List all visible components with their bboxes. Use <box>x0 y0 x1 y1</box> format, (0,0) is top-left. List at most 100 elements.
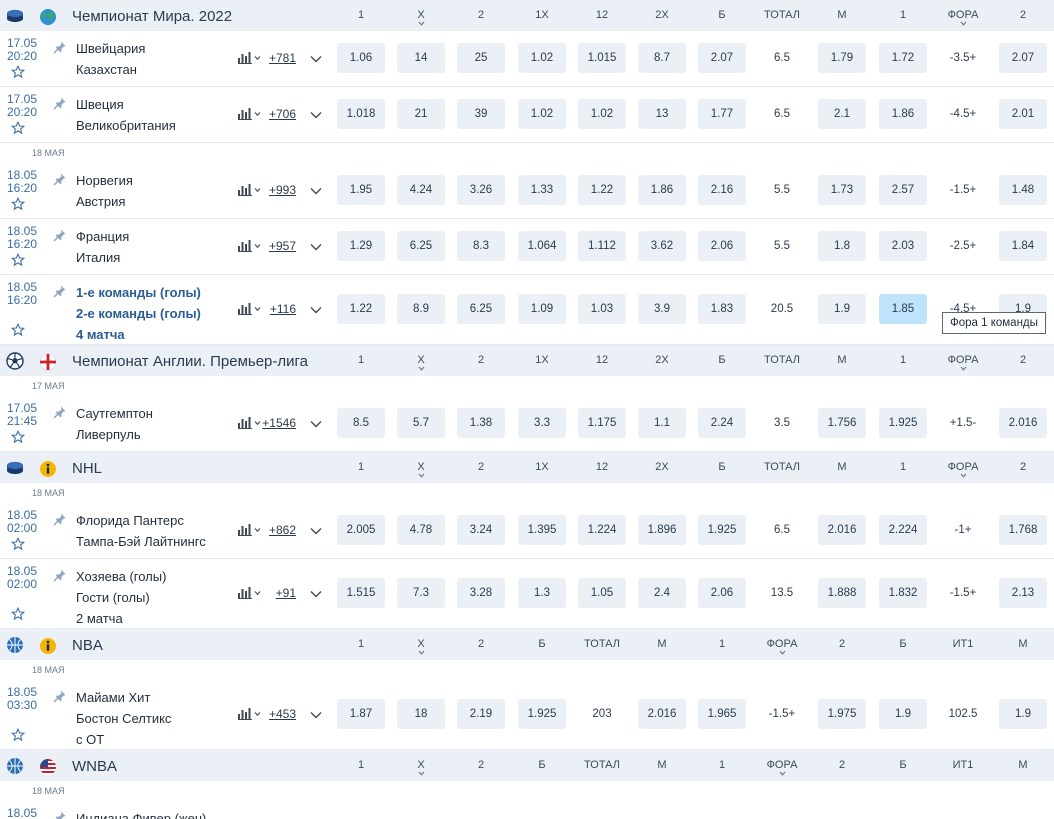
column-header[interactable]: 1 <box>337 759 385 771</box>
event-row[interactable]: 17.05 20:20 Швеция Великобритания +706 1.018 2… <box>0 87 1054 143</box>
odds-button[interactable]: 3.9 <box>638 294 686 324</box>
column-header[interactable]: 2 <box>457 461 505 473</box>
favorite-star-icon[interactable] <box>11 197 25 211</box>
event-row[interactable]: 17.05 21:45 Саутгемптон Ливерпуль +1546 8.5 5.… <box>0 396 1054 452</box>
odds-button[interactable]: 1.888 <box>818 578 866 608</box>
column-header[interactable]: 12 <box>578 9 626 21</box>
pin-icon[interactable] <box>52 689 67 704</box>
column-header[interactable]: М <box>818 9 866 21</box>
odds-button[interactable]: 1.48 <box>999 175 1047 205</box>
column-header[interactable]: ТОТАЛ <box>758 9 806 21</box>
column-header[interactable]: 1 <box>698 638 746 650</box>
chevron-down-icon[interactable] <box>310 243 322 251</box>
pin-icon[interactable] <box>52 96 67 111</box>
statistics-icon[interactable] <box>238 184 263 196</box>
odds-button[interactable]: 1.22 <box>578 175 626 205</box>
column-header[interactable]: М <box>638 638 686 650</box>
odds-button[interactable]: 13 <box>638 99 686 129</box>
odds-button[interactable]: 25 <box>457 43 505 73</box>
column-header[interactable]: 2 <box>457 354 505 366</box>
odds-button[interactable]: 2.06 <box>698 578 746 608</box>
event-teams[interactable]: Швейцария Казахстан <box>76 38 145 80</box>
chevron-down-icon[interactable] <box>310 306 322 314</box>
column-header[interactable]: 2 <box>457 638 505 650</box>
column-header[interactable]: ТОТАЛ <box>578 638 626 650</box>
odds-button[interactable]: 2.005 <box>337 515 385 545</box>
chevron-down-icon[interactable] <box>310 590 322 598</box>
column-header[interactable]: 1 <box>879 9 927 21</box>
favorite-star-icon[interactable] <box>11 537 25 551</box>
column-header[interactable]: X <box>397 9 445 26</box>
odds-button[interactable]: 2.01 <box>999 99 1047 129</box>
column-header[interactable]: М <box>999 638 1047 650</box>
column-header[interactable]: 2 <box>818 759 866 771</box>
column-header[interactable]: Б <box>879 759 927 771</box>
column-header[interactable]: ФОРА <box>758 759 806 776</box>
odds-button[interactable]: 2.57 <box>879 175 927 205</box>
odds-button[interactable]: 3.3 <box>518 408 566 438</box>
odds-button[interactable]: 1.1 <box>638 408 686 438</box>
pin-icon[interactable] <box>52 568 67 583</box>
odds-button[interactable]: 2.07 <box>698 43 746 73</box>
event-row[interactable]: 18.05 02:00 Хозяева (голы) Гости (голы) 2 ма… <box>0 559 1054 629</box>
odds-button[interactable]: 1.02 <box>518 43 566 73</box>
odds-button[interactable]: 2.016 <box>638 699 686 729</box>
odds-button[interactable]: 4.24 <box>397 175 445 205</box>
column-header[interactable]: ТОТАЛ <box>758 461 806 473</box>
odds-button[interactable]: 1.03 <box>578 294 626 324</box>
column-header[interactable]: 2X <box>638 354 686 366</box>
odds-button[interactable]: 2.13 <box>999 578 1047 608</box>
column-header[interactable]: 2 <box>818 638 866 650</box>
odds-button[interactable]: 8.3 <box>457 231 505 261</box>
statistics-icon[interactable] <box>238 708 263 720</box>
odds-button[interactable]: 2.016 <box>818 515 866 545</box>
column-header[interactable]: Б <box>879 638 927 650</box>
odds-button[interactable]: 2.24 <box>698 408 746 438</box>
markets-count-link[interactable]: +993 <box>269 183 296 197</box>
odds-button[interactable]: 1.224 <box>578 515 626 545</box>
column-header[interactable]: 1 <box>337 9 385 21</box>
odds-button[interactable]: 1.38 <box>457 408 505 438</box>
odds-button[interactable]: 4.78 <box>397 515 445 545</box>
odds-button[interactable]: 2.224 <box>879 515 927 545</box>
event-teams[interactable]: Индиана Фивер (жен) <box>76 808 206 819</box>
column-header[interactable]: 2 <box>999 354 1047 366</box>
pin-icon[interactable] <box>52 512 67 527</box>
odds-button[interactable]: 1.85 <box>879 294 927 324</box>
statistics-icon[interactable] <box>238 303 263 315</box>
column-header[interactable]: М <box>818 354 866 366</box>
chevron-down-icon[interactable] <box>310 55 322 63</box>
odds-button[interactable]: 1.925 <box>698 515 746 545</box>
markets-count-link[interactable]: +957 <box>269 239 296 253</box>
column-header[interactable]: 2 <box>999 461 1047 473</box>
event-row[interactable]: 18.05 03:30 Майами Хит Бостон Селтикс с ОТ +4… <box>0 680 1054 750</box>
odds-button[interactable]: 1.8 <box>818 231 866 261</box>
pin-icon[interactable] <box>52 228 67 243</box>
chevron-down-icon[interactable] <box>310 527 322 535</box>
favorite-star-icon[interactable] <box>11 607 25 621</box>
odds-button[interactable]: 1.33 <box>518 175 566 205</box>
odds-button[interactable]: 1.925 <box>518 699 566 729</box>
odds-button[interactable]: 1.9 <box>999 699 1047 729</box>
column-header[interactable]: Б <box>518 638 566 650</box>
odds-button[interactable]: 2.07 <box>999 43 1047 73</box>
event-teams[interactable]: Хозяева (голы) Гости (голы) 2 матча <box>76 566 166 629</box>
column-header[interactable]: ИТ1 <box>939 638 987 650</box>
markets-count-link[interactable]: +116 <box>270 302 296 316</box>
odds-button[interactable]: 2.4 <box>638 578 686 608</box>
column-header[interactable]: ФОРА <box>758 638 806 655</box>
odds-button[interactable]: 39 <box>457 99 505 129</box>
odds-button[interactable]: 2.1 <box>818 99 866 129</box>
odds-button[interactable]: 18 <box>397 699 445 729</box>
column-header[interactable]: 1X <box>518 9 566 21</box>
column-header[interactable]: Б <box>698 354 746 366</box>
event-row[interactable]: 18.05 02:00 Флорида Пантерс Тампа-Бэй Лайтн… <box>0 503 1054 559</box>
event-teams[interactable]: Саутгемптон Ливерпуль <box>76 403 153 445</box>
column-header[interactable]: ТОТАЛ <box>758 354 806 366</box>
odds-button[interactable]: 1.02 <box>518 99 566 129</box>
column-header[interactable]: Б <box>698 9 746 21</box>
odds-button[interactable]: 3.26 <box>457 175 505 205</box>
column-header[interactable]: М <box>818 461 866 473</box>
league-header[interactable]: WNBA 1 X 2 Б ТОТАЛ М 1 ФОРА 2 Б ИТ1 М <box>0 750 1054 781</box>
column-header[interactable]: X <box>397 759 445 776</box>
